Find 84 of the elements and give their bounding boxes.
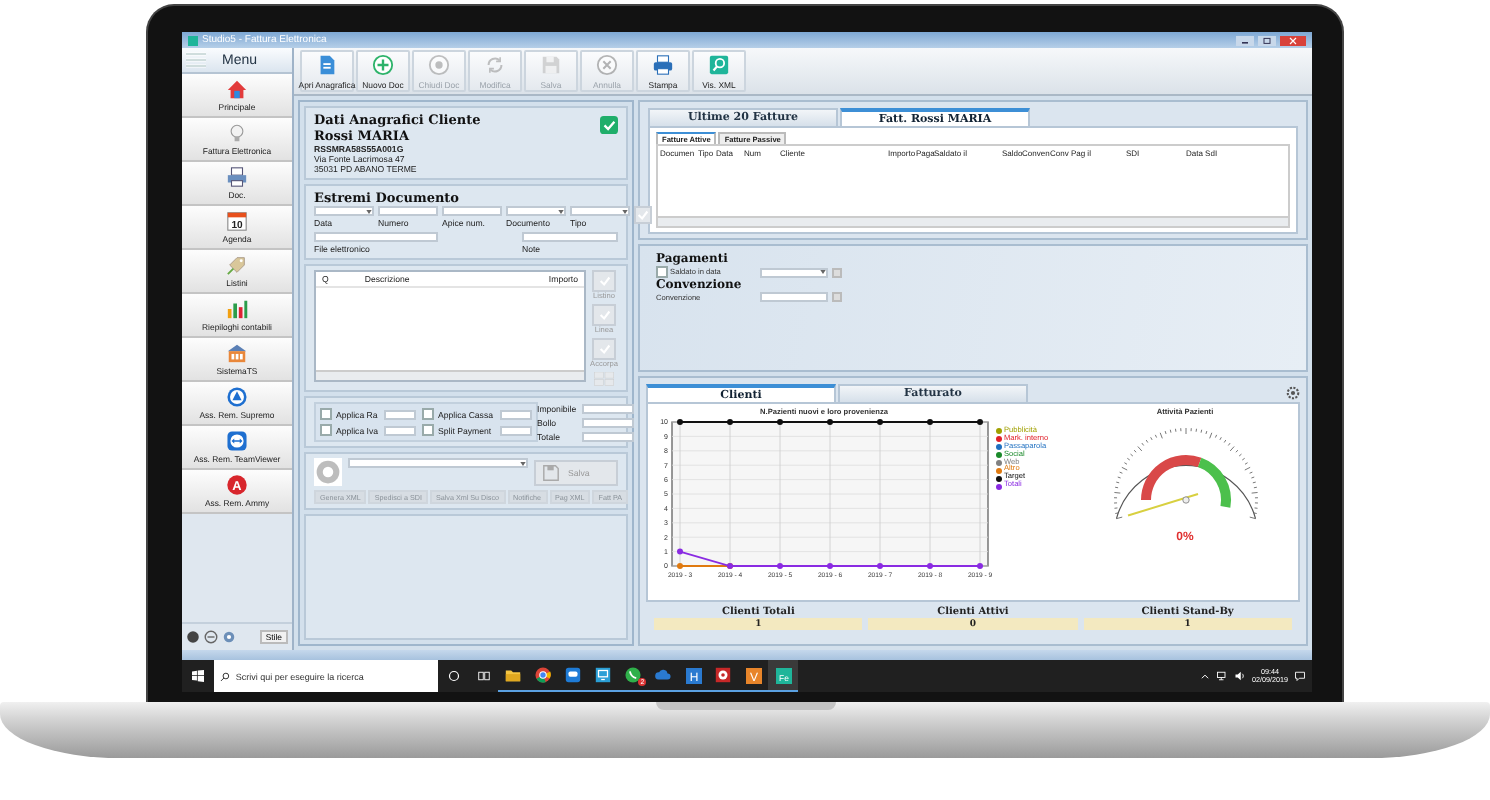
checkbox[interactable] bbox=[422, 408, 435, 420]
search-icon bbox=[220, 671, 230, 681]
lookup-button[interactable] bbox=[832, 267, 842, 277]
data-point bbox=[677, 563, 683, 569]
check-icon bbox=[597, 342, 611, 356]
input-field[interactable] bbox=[384, 409, 417, 419]
checkbox[interactable] bbox=[320, 424, 332, 436]
check-icon bbox=[597, 274, 611, 288]
browser-icon bbox=[534, 666, 552, 684]
dropdown-field[interactable] bbox=[314, 206, 374, 216]
double-arrow-icon bbox=[226, 430, 248, 452]
minimize-button[interactable] bbox=[1236, 35, 1254, 45]
data-point bbox=[777, 563, 783, 569]
input-field[interactable] bbox=[582, 417, 635, 427]
printer-icon bbox=[652, 53, 674, 75]
phone-icon bbox=[624, 666, 642, 684]
input-field[interactable] bbox=[582, 431, 635, 441]
close-circle-icon bbox=[596, 53, 618, 75]
data-point bbox=[977, 563, 983, 569]
menu-icon[interactable] bbox=[186, 52, 206, 68]
monitor-icon bbox=[594, 666, 612, 684]
maximize-button[interactable] bbox=[1258, 35, 1276, 45]
document-icon bbox=[316, 53, 338, 75]
chevron-icon[interactable] bbox=[1200, 671, 1210, 681]
input-field[interactable] bbox=[760, 292, 828, 302]
dropdown-field[interactable] bbox=[570, 206, 630, 216]
data-point bbox=[777, 419, 783, 425]
stop-circle-icon bbox=[428, 53, 450, 75]
notification-icon[interactable] bbox=[1294, 670, 1306, 682]
chat-icon bbox=[564, 666, 582, 684]
close-button[interactable] bbox=[1280, 35, 1306, 45]
bar-chart-icon bbox=[226, 298, 248, 320]
input-field[interactable] bbox=[582, 403, 635, 413]
folder-icon bbox=[504, 666, 522, 684]
data-point bbox=[927, 563, 933, 569]
data-point bbox=[977, 419, 983, 425]
input-field[interactable] bbox=[314, 232, 438, 242]
input-field[interactable] bbox=[378, 206, 438, 216]
input-field[interactable] bbox=[442, 206, 502, 216]
dropdown-field[interactable] bbox=[348, 458, 528, 468]
plus-circle-icon bbox=[372, 53, 394, 75]
windows-logo-icon[interactable] bbox=[192, 670, 204, 682]
caret-icon bbox=[366, 209, 372, 213]
printer-icon bbox=[226, 166, 248, 188]
check-icon bbox=[636, 208, 650, 222]
caret-icon bbox=[558, 209, 564, 213]
lightbulb-icon bbox=[226, 122, 248, 144]
data-point bbox=[677, 548, 683, 555]
building-icon bbox=[226, 342, 248, 364]
arrow-circle-icon bbox=[226, 386, 248, 408]
dropdown-field[interactable] bbox=[506, 206, 566, 216]
input-field[interactable] bbox=[522, 232, 618, 242]
cloud-icon bbox=[654, 666, 672, 684]
input-field[interactable] bbox=[499, 409, 531, 419]
circle-icon[interactable] bbox=[447, 670, 459, 682]
dropdown-field[interactable] bbox=[760, 267, 828, 277]
checkbox[interactable] bbox=[320, 408, 332, 420]
data-point bbox=[877, 419, 883, 425]
confirm-button[interactable] bbox=[634, 206, 652, 224]
data-point bbox=[827, 419, 833, 425]
home-icon bbox=[226, 78, 248, 100]
app-icon bbox=[188, 35, 198, 45]
tag-icon bbox=[226, 254, 248, 276]
task-view-icon[interactable] bbox=[477, 670, 489, 682]
caret-icon bbox=[622, 209, 628, 213]
disc-icon bbox=[314, 458, 342, 486]
input-field[interactable] bbox=[499, 425, 531, 435]
data-point bbox=[677, 419, 683, 425]
search-icon bbox=[708, 53, 730, 75]
data-point bbox=[927, 419, 933, 425]
data-point bbox=[877, 563, 883, 569]
caret-icon bbox=[520, 461, 526, 465]
check-icon bbox=[597, 308, 611, 322]
caret-icon bbox=[820, 270, 826, 274]
data-point bbox=[727, 419, 733, 425]
data-point bbox=[827, 563, 833, 569]
input-field[interactable] bbox=[384, 425, 417, 435]
refresh-icon bbox=[484, 53, 506, 75]
checkbox[interactable] bbox=[422, 424, 435, 436]
checkbox[interactable] bbox=[656, 266, 668, 278]
lookup-button[interactable] bbox=[832, 292, 842, 302]
network-icon[interactable] bbox=[1216, 670, 1228, 682]
speaker-icon[interactable] bbox=[1234, 670, 1246, 682]
disc-icon bbox=[714, 666, 732, 684]
